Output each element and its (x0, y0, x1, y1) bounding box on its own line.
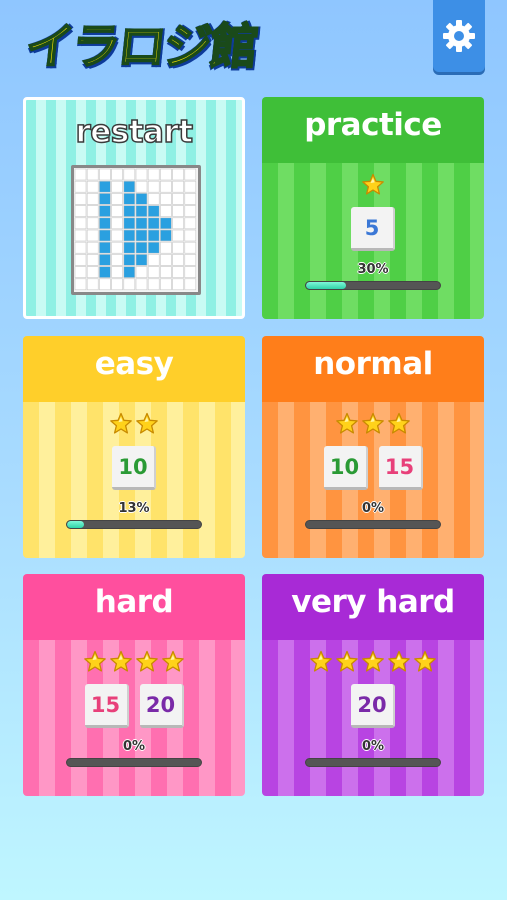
star-icon (310, 650, 332, 672)
star-icon (336, 650, 358, 672)
star-icon (110, 412, 132, 434)
normal-title: normal (313, 346, 433, 382)
very-hard-title: very hard (291, 584, 455, 620)
grid-size-tile: 10 (323, 446, 368, 490)
star-icon (136, 412, 158, 434)
hard-card[interactable]: hard 15 20 0% (23, 574, 245, 796)
app-logo: イラロジ館 (22, 18, 260, 76)
progress-bar (305, 758, 441, 767)
progress-bar (66, 758, 202, 767)
difficulty-stars (262, 173, 484, 197)
easy-card[interactable]: easy 10 13% (23, 336, 245, 558)
practice-title: practice (304, 107, 442, 143)
star-icon (388, 412, 410, 434)
star-icon (388, 650, 410, 672)
grid-size-tile: 20 (351, 684, 395, 728)
star-icon (162, 650, 184, 672)
progress-label: 0% (361, 501, 385, 516)
star-icon (362, 650, 384, 672)
progress-bar (305, 281, 441, 290)
gear-icon (443, 20, 475, 52)
restart-puzzle-preview (71, 165, 201, 295)
star-icon (362, 412, 384, 434)
difficulty-stars (262, 412, 484, 436)
progress-label: 13% (118, 501, 150, 516)
very-hard-card[interactable]: very hard 20 0% (262, 574, 484, 796)
normal-card[interactable]: normal 10 15 0% (262, 336, 484, 558)
star-icon (110, 650, 132, 672)
star-icon (336, 412, 358, 434)
grid-size-tile: 15 (84, 684, 129, 728)
grid-size-tile: 20 (139, 684, 184, 728)
difficulty-stars (23, 650, 245, 674)
grid-size-tile: 5 (351, 207, 395, 251)
progress-label: 0% (361, 739, 385, 754)
restart-title: restart (75, 113, 194, 151)
easy-title: easy (94, 346, 174, 382)
progress-label: 0% (122, 739, 146, 754)
grid-size-tile: 10 (112, 446, 156, 490)
difficulty-stars (262, 650, 484, 674)
star-icon (414, 650, 436, 672)
difficulty-stars (23, 412, 245, 436)
hard-title: hard (94, 584, 174, 620)
progress-bar (305, 520, 441, 529)
progress-bar (66, 520, 202, 529)
grid-size-tile: 15 (378, 446, 423, 490)
settings-button[interactable] (433, 0, 485, 72)
restart-card[interactable]: restart (23, 97, 245, 319)
star-icon (84, 650, 106, 672)
practice-card[interactable]: practice 5 30% (262, 97, 484, 319)
star-icon (136, 650, 158, 672)
star-icon (362, 173, 384, 195)
progress-label: 30% (357, 262, 389, 277)
